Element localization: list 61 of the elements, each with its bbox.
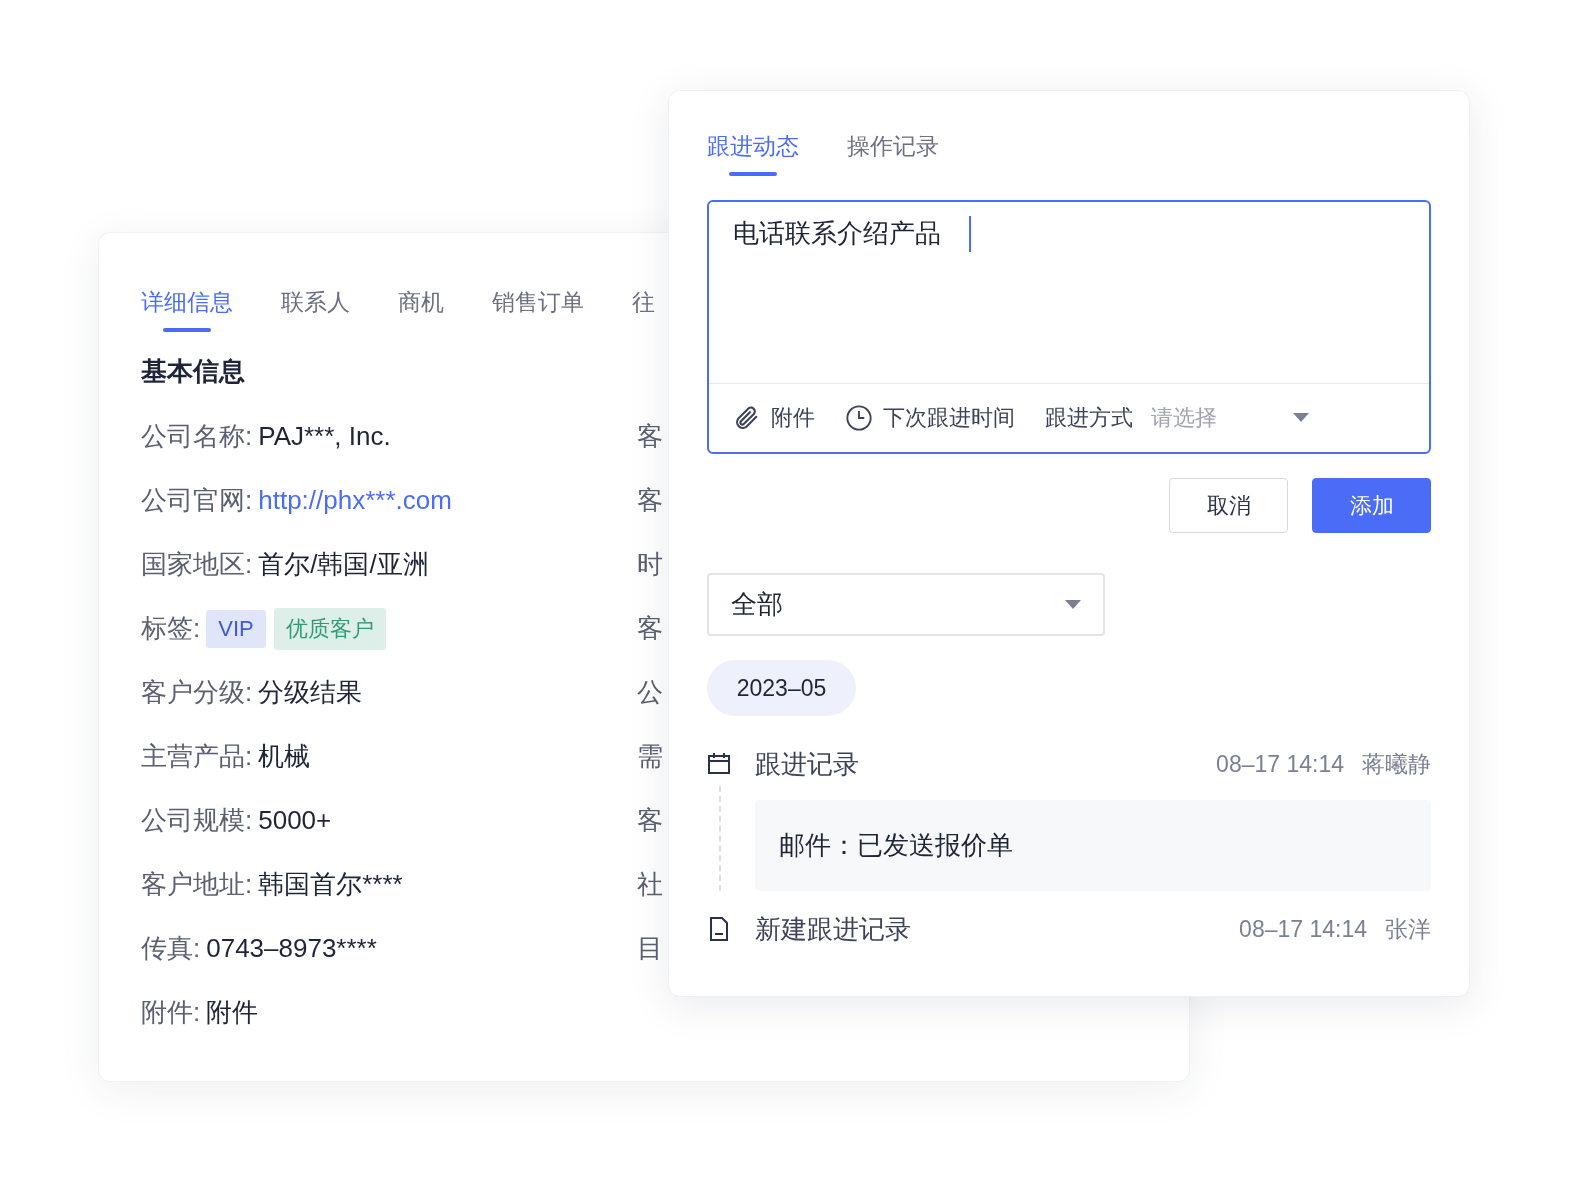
field-label: 客 [637, 804, 663, 837]
follow-tab[interactable]: 操作记录 [847, 125, 939, 176]
field-label: 主营产品: [141, 740, 253, 773]
field-value: 韩国首尔**** [258, 868, 403, 901]
clock-icon [845, 404, 873, 432]
field-label: 公 [637, 676, 663, 709]
note-editor[interactable]: 电话联系介绍产品 附件 下次跟进时间 跟进方式 请选择 [707, 200, 1431, 454]
tag: VIP [206, 609, 266, 648]
field-label: 附件: [141, 996, 201, 1029]
filter-select[interactable]: 全部 [707, 573, 1105, 636]
add-button[interactable]: 添加 [1312, 478, 1431, 533]
detail-tab[interactable]: 详细信息 [141, 281, 233, 332]
cancel-button[interactable]: 取消 [1169, 478, 1288, 533]
text-caret [969, 216, 971, 252]
detail-tab[interactable]: 销售订单 [492, 281, 584, 332]
field-value: 0743–8973**** [206, 933, 377, 964]
next-time-button[interactable]: 下次跟进时间 [845, 403, 1015, 433]
field-label: 社 [637, 868, 663, 901]
field-label: 公司名称: [141, 420, 253, 453]
field-label: 公司官网: [141, 484, 253, 517]
field-label: 时 [637, 548, 663, 581]
detail-tab[interactable]: 商机 [398, 281, 444, 332]
section-title: 基本信息 [141, 355, 246, 388]
field-value: 5000+ [258, 805, 332, 836]
field-value: 首尔/韩国/亚洲 [258, 548, 429, 581]
field-label: 标签: [141, 612, 201, 645]
field-label: 传真: [141, 932, 201, 965]
field-label: 目 [637, 932, 663, 965]
field-label: 公司规模: [141, 804, 253, 837]
website-link[interactable]: http://phx***.com [258, 485, 452, 516]
method-select[interactable]: 请选择 [1151, 403, 1309, 433]
field-label: 国家地区: [141, 548, 253, 581]
tag: 优质客户 [273, 607, 386, 650]
follow-tab[interactable]: 跟进动态 [707, 125, 799, 176]
field-value: 附件 [206, 996, 259, 1029]
dropdown-icon [1065, 599, 1081, 610]
month-badge: 2023–05 [707, 660, 856, 716]
record-user: 蒋曦静 [1362, 749, 1431, 779]
method-label: 跟进方式 [1045, 404, 1133, 432]
field-label: 客户分级: [141, 676, 253, 709]
field-label: 需 [637, 740, 663, 773]
note-text: 电话联系介绍产品 [733, 217, 941, 250]
calendar-icon [707, 751, 731, 777]
field-label: 客户地址: [141, 868, 253, 901]
record-user: 张洋 [1385, 914, 1431, 944]
attachment-button[interactable]: 附件 [733, 403, 815, 433]
field-label: 客 [637, 420, 663, 453]
record-time: 08–17 14:14 [1239, 915, 1367, 943]
field-value: 分级结果 [258, 676, 363, 709]
field-label: 客 [637, 484, 663, 517]
field-value: PAJ***, Inc. [258, 421, 391, 452]
document-icon [707, 916, 731, 942]
detail-tab[interactable]: 联系人 [281, 281, 350, 332]
record-time: 08–17 14:14 [1216, 750, 1344, 778]
record-content: 邮件：已发送报价单 [755, 800, 1431, 891]
field-label: 客 [637, 612, 663, 645]
record-title: 跟进记录 [755, 747, 860, 781]
field-value: 机械 [258, 740, 311, 773]
detail-tab[interactable]: 往 [632, 281, 655, 332]
dropdown-icon [1293, 413, 1309, 423]
record-title: 新建跟进记录 [755, 912, 912, 946]
